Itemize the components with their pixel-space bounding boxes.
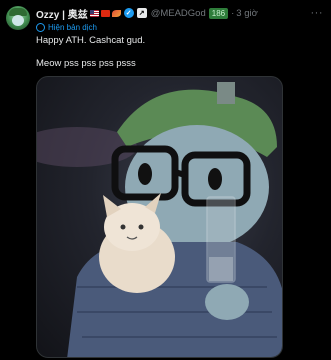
cat-eye-left bbox=[120, 224, 126, 230]
avatar[interactable] bbox=[6, 6, 30, 30]
separator-dot: · bbox=[231, 7, 235, 19]
character-hand bbox=[205, 284, 249, 320]
cn-flag-icon bbox=[100, 9, 110, 17]
post-time[interactable]: 3 giờ bbox=[236, 8, 258, 19]
affiliate-icon: ↗ bbox=[136, 8, 147, 18]
feather-icon bbox=[111, 9, 121, 17]
more-options-icon[interactable]: ··· bbox=[311, 7, 324, 19]
post-text-line1: Happy ATH. Cashcat gud. bbox=[36, 35, 146, 46]
eye-left bbox=[138, 163, 152, 185]
image-illustration bbox=[37, 82, 282, 357]
chimney bbox=[217, 82, 235, 104]
glass-liquid bbox=[209, 257, 233, 281]
post-header: Ozzy | 奥兹 ✓ ↗ @MEADGod 186 · 3 giờ ··· bbox=[36, 4, 323, 22]
display-name[interactable]: Ozzy | 奥兹 bbox=[36, 6, 88, 21]
avatar-face bbox=[12, 15, 24, 26]
translate-label: Hiện bản dịch bbox=[48, 23, 97, 32]
post-text-line2: Meow pss pss pss psss bbox=[36, 58, 136, 69]
score-badge: 186 bbox=[208, 7, 229, 19]
user-handle[interactable]: @MEADGod bbox=[151, 8, 206, 19]
us-flag-icon bbox=[89, 9, 99, 17]
cat-eye-right bbox=[138, 224, 144, 230]
globe-icon bbox=[36, 23, 45, 32]
post-image[interactable] bbox=[36, 76, 283, 358]
glasses-bridge bbox=[174, 169, 186, 178]
eye-right bbox=[208, 168, 222, 190]
verified-badge-icon: ✓ bbox=[123, 8, 134, 18]
translate-link[interactable]: Hiện bản dịch bbox=[36, 23, 97, 32]
